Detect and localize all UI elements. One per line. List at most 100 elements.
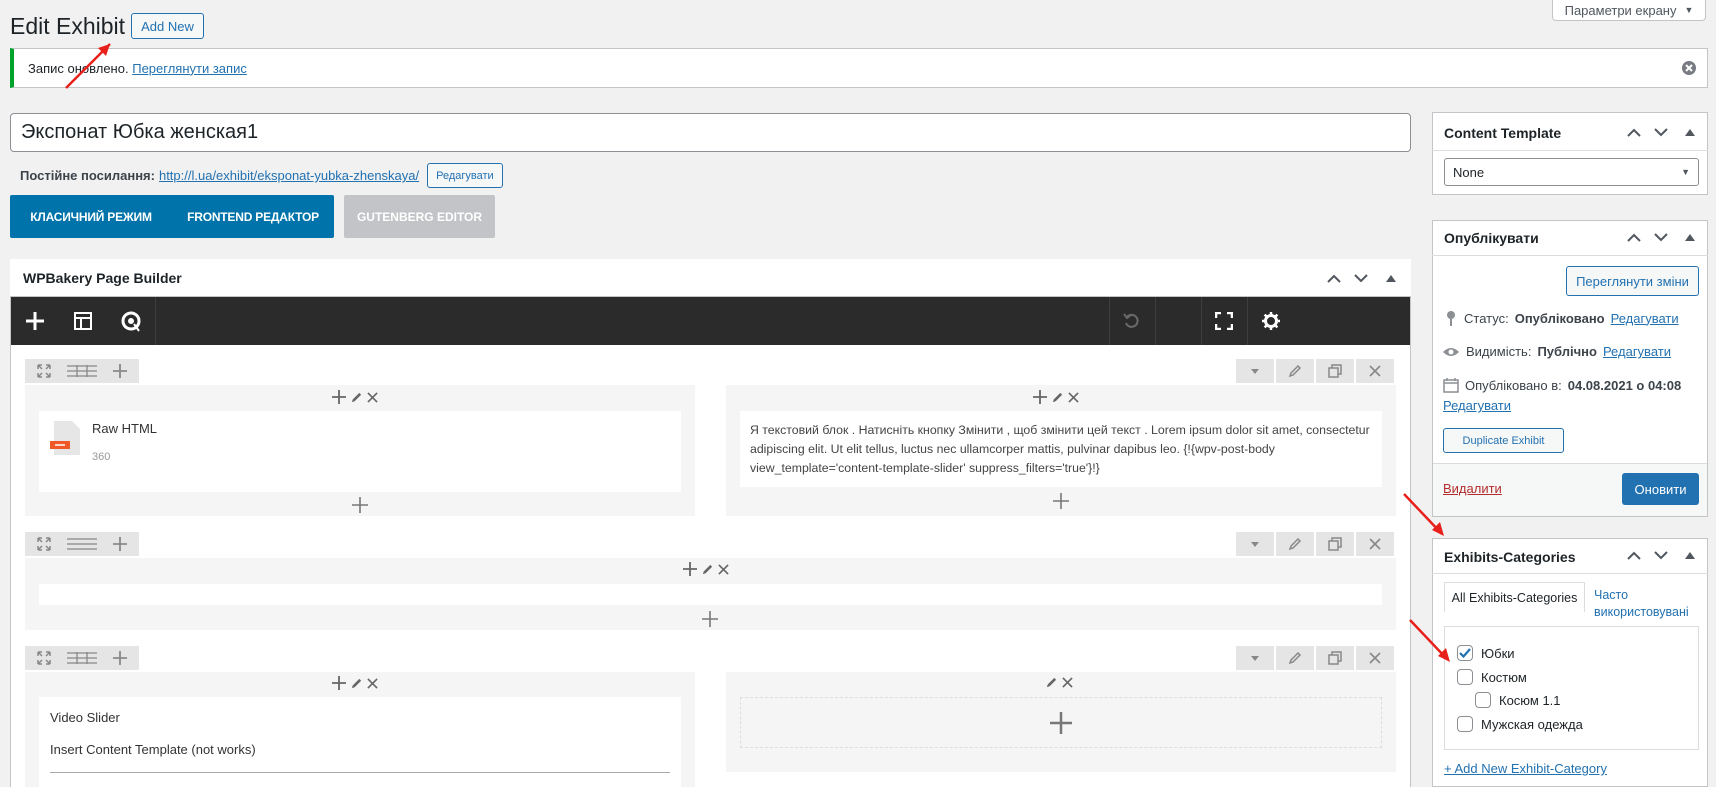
publish-title: Опублікувати xyxy=(1444,230,1539,246)
row-delete-icon[interactable] xyxy=(1356,532,1394,556)
collapse-toggle-icon[interactable] xyxy=(1381,268,1401,288)
chevron-up-icon[interactable] xyxy=(1624,227,1644,247)
row-edit-icon[interactable] xyxy=(1276,359,1314,383)
row-edit-icon[interactable] xyxy=(1276,532,1314,556)
category-item[interactable]: Косюм 1.1 xyxy=(1475,692,1561,708)
add-icon xyxy=(683,562,697,576)
visibility-label: Видимість: xyxy=(1466,344,1532,359)
collapse-toggle-icon[interactable] xyxy=(1680,227,1700,247)
add-element-icon[interactable] xyxy=(352,497,368,513)
close-icon xyxy=(367,677,378,689)
pencil-icon xyxy=(1052,392,1063,402)
row-move-icon[interactable] xyxy=(25,532,63,556)
caret-down-icon: ▼ xyxy=(1684,5,1694,15)
content-template-select[interactable]: None ▼ xyxy=(1444,158,1699,186)
permalink-url[interactable]: http://l.ua/exhibit/eksponat-yubka-zhens… xyxy=(159,168,419,183)
row-layout-icon[interactable] xyxy=(63,532,101,556)
update-notice: Запис оновлено. Переглянути запис xyxy=(10,48,1708,88)
row-clone-icon[interactable] xyxy=(1316,359,1354,383)
tab-popular-categories[interactable]: Часто використовувані xyxy=(1444,587,1689,621)
classic-mode-button[interactable]: КЛАСИЧНИЙ РЕЖИМ xyxy=(10,195,172,238)
published-edit-link[interactable]: Редагувати xyxy=(1443,398,1511,413)
pencil-icon xyxy=(702,564,713,574)
row-move-icon[interactable] xyxy=(25,646,63,670)
checkbox[interactable] xyxy=(1457,716,1473,732)
empty-column-add[interactable] xyxy=(740,697,1382,748)
column-controls xyxy=(683,562,729,576)
collapse-toggle-icon[interactable] xyxy=(1680,122,1700,142)
settings-gear-icon[interactable] xyxy=(1247,297,1295,345)
post-title-input[interactable]: Экспонат Юбка женская1 xyxy=(10,113,1411,152)
collapse-toggle-icon[interactable] xyxy=(1680,545,1700,565)
raw-html-title: Raw HTML xyxy=(92,421,158,436)
category-label: Косюм 1.1 xyxy=(1499,692,1561,708)
status-edit-link[interactable]: Редагувати xyxy=(1611,311,1679,326)
selected-value: None xyxy=(1453,164,1485,180)
empty-element[interactable] xyxy=(39,584,1382,605)
category-item[interactable]: Костюм xyxy=(1457,669,1527,685)
row-toggle-icon[interactable] xyxy=(1236,646,1274,670)
add-new-button[interactable]: Add New xyxy=(131,13,204,39)
row-toggle-icon[interactable] xyxy=(1236,532,1274,556)
row-add-column-icon[interactable] xyxy=(101,359,139,383)
add-element-icon[interactable] xyxy=(11,297,59,345)
row-clone-icon[interactable] xyxy=(1316,646,1354,670)
raw-html-icon xyxy=(48,421,82,455)
chevron-up-icon[interactable] xyxy=(1624,545,1644,565)
templates-icon[interactable] xyxy=(59,297,107,345)
row-layout-icon[interactable] xyxy=(63,646,101,670)
close-icon xyxy=(367,391,378,403)
pin-icon xyxy=(1447,311,1455,326)
checkbox[interactable] xyxy=(1457,669,1473,685)
checkbox[interactable] xyxy=(1475,692,1491,708)
row-toggle-icon[interactable] xyxy=(1236,359,1274,383)
close-icon xyxy=(1062,677,1073,688)
annotation-arrow-icon xyxy=(65,43,111,89)
fullscreen-icon[interactable] xyxy=(1201,297,1247,345)
pencil-icon xyxy=(351,678,362,688)
chevron-down-icon[interactable] xyxy=(1351,268,1371,288)
update-button[interactable]: Оновити xyxy=(1622,473,1699,505)
chevron-up-icon[interactable] xyxy=(1324,268,1344,288)
add-element-icon[interactable] xyxy=(1053,493,1069,509)
chevron-down-icon[interactable] xyxy=(1651,122,1671,142)
text-block-content: Я текстовий блок . Натисніть кнопку Змін… xyxy=(750,423,1370,475)
category-label: Костюм xyxy=(1481,669,1527,685)
row-delete-icon[interactable] xyxy=(1356,359,1394,383)
chevron-up-icon[interactable] xyxy=(1624,122,1644,142)
screen-options-label: Параметри екрану xyxy=(1564,2,1677,18)
visibility-edit-link[interactable]: Редагувати xyxy=(1603,344,1671,359)
row-delete-icon[interactable] xyxy=(1356,646,1394,670)
duplicate-exhibit-button[interactable]: Duplicate Exhibit xyxy=(1443,428,1564,453)
frontend-editor-button[interactable]: FRONTEND РЕДАКТОР xyxy=(172,195,334,238)
screen-options-button[interactable]: Параметри екрану ▼ xyxy=(1552,0,1706,21)
chevron-down-icon[interactable] xyxy=(1651,545,1671,565)
permalink-edit-button[interactable]: Редагувати xyxy=(427,163,503,188)
add-element-icon[interactable] xyxy=(702,611,718,627)
categories-title: Exhibits-Categories xyxy=(1444,549,1576,565)
undo-icon[interactable] xyxy=(1109,297,1155,345)
chevron-down-icon[interactable] xyxy=(1651,227,1671,247)
gutenberg-editor-button[interactable]: GUTENBERG EDITOR xyxy=(344,195,495,238)
row-edit-icon[interactable] xyxy=(1276,646,1314,670)
visibility-row: Видимість: Публічно Редагувати xyxy=(1442,344,1671,359)
row-clone-icon[interactable] xyxy=(1316,532,1354,556)
wpbakery-logo-icon[interactable] xyxy=(107,297,155,345)
row-move-icon[interactable] xyxy=(25,359,63,383)
add-new-category-link[interactable]: + Add New Exhibit-Category xyxy=(1444,761,1607,776)
preview-changes-button[interactable]: Переглянути зміни xyxy=(1566,266,1699,296)
category-item[interactable]: Мужская одежда xyxy=(1457,716,1583,732)
text-block-element[interactable]: Я текстовий блок . Натисніть кнопку Змін… xyxy=(740,411,1382,487)
row-add-column-icon[interactable] xyxy=(101,646,139,670)
raw-html-value: 360 xyxy=(92,451,111,463)
dismiss-icon[interactable] xyxy=(1681,60,1697,76)
annotation-arrow-icon xyxy=(1409,619,1450,662)
add-icon xyxy=(1033,390,1047,404)
delete-link[interactable]: Видалити xyxy=(1443,481,1502,496)
view-post-link[interactable]: Переглянути запис xyxy=(132,61,247,76)
checkbox-checked[interactable] xyxy=(1457,645,1473,661)
add-icon xyxy=(332,390,346,404)
row-layout-icon[interactable] xyxy=(63,359,101,383)
category-item[interactable]: Юбки xyxy=(1457,645,1515,661)
row-add-column-icon[interactable] xyxy=(101,532,139,556)
